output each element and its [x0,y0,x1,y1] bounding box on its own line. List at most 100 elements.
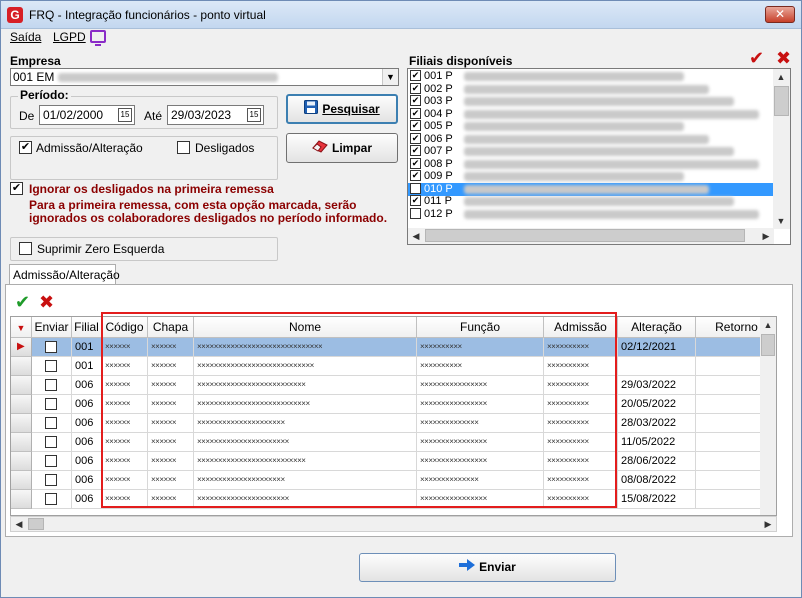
filial-checkbox[interactable]: ✔ [410,132,421,144]
grid-vscroll[interactable]: ▲ [760,317,776,515]
menu-saida[interactable]: Saída [10,30,41,44]
filial-checkbox[interactable]: ✔ [410,70,421,81]
table-row[interactable]: ▶ 001 ×××××× ×××××× ××××××××××××××××××××××××… [11,338,776,357]
enviar-checkbox[interactable] [45,341,57,353]
filial-item[interactable]: ✔ 006 P [408,132,774,146]
row-indicator[interactable]: ▶ [11,338,32,357]
scroll-thumb[interactable] [761,334,775,356]
table-row[interactable]: 006×××××××××××××××××××××××××××××××××××××… [11,471,776,490]
tab-admissao-alteracao[interactable]: Admissão/Alteração [9,264,120,284]
row-indicator[interactable] [11,395,32,414]
chevron-up-icon[interactable]: ▲ [773,69,789,85]
monitor-icon[interactable] [90,30,106,46]
ignorar-desligados-checkbox[interactable]: ✔ [10,182,23,195]
filiais-hscroll[interactable]: ◀ ▶ [408,228,774,244]
enviar-checkbox[interactable] [45,379,57,391]
filial-checkbox[interactable]: ✔ [410,145,421,156]
filial-item[interactable]: ✔ 007 P [408,145,774,158]
enviar-checkbox[interactable] [45,493,57,505]
scroll-thumb[interactable] [425,229,745,242]
chevron-right-icon[interactable]: ▶ [758,228,774,244]
filiais-list[interactable]: ✔ 001 P ✔ 002 P ✔ 003 P ✔ 004 P ✔ 005 P ✔ 006 P ✔ 007… [407,68,791,245]
chevron-down-icon[interactable]: ▼ [773,213,789,229]
table-row[interactable]: 006×××××××××××××××××××××××××××××××××××××… [11,376,776,395]
row-indicator[interactable] [11,376,32,395]
col-funcao[interactable]: Função [417,317,544,338]
row-indicator[interactable] [11,490,32,509]
table-row[interactable]: 006×××××××××××××××××××××××××××××××××××××… [11,452,776,471]
filial-item[interactable]: ✔ 008 P [408,157,774,171]
table-row[interactable]: 006×××××××××××××××××××××××××××××××××××××… [11,433,776,452]
enviar-checkbox[interactable] [45,360,57,372]
filial-item[interactable]: ✔ 002 P [408,82,774,96]
x-icon[interactable]: ✖ [39,293,54,311]
desligados-checkbox[interactable] [177,141,190,154]
grid-hscroll[interactable]: ◀ ▶ [10,516,777,532]
chevron-up-icon[interactable]: ▲ [760,317,776,333]
employees-grid[interactable]: ▼ Enviar Filial Código Chapa Nome Função… [10,316,777,516]
col-chapa[interactable]: Chapa [148,317,194,338]
enviar-checkbox[interactable] [45,436,57,448]
filial-checkbox[interactable]: ✔ [410,120,421,131]
col-codigo[interactable]: Código [102,317,148,338]
enviar-checkbox[interactable] [45,474,57,486]
scroll-thumb[interactable] [28,518,44,530]
filial-item[interactable]: ✔ 001 P [408,70,774,83]
table-row[interactable]: 001 ×××××× ×××××× ×××××××××××××××××××××××××… [11,357,776,376]
check-icon[interactable]: ✔ [15,293,30,311]
table-row[interactable]: 006×××××××××××××××××××××××××××××××××××××… [11,490,776,509]
chevron-right-icon[interactable]: ▶ [760,517,776,531]
close-window-button[interactable]: ✕ [765,6,795,23]
row-indicator[interactable] [11,471,32,490]
filial-item[interactable]: ✔ 010 P [408,182,774,196]
limpar-button[interactable]: Limpar [286,133,398,163]
title-bar[interactable]: G FRQ - Integração funcionários - ponto … [1,1,801,29]
row-indicator[interactable] [11,357,32,376]
filial-checkbox[interactable]: ✔ [410,170,421,181]
table-row[interactable]: 006×××××××××××××××××××××××××××××××××××××… [11,395,776,414]
filial-checkbox[interactable]: ✔ [410,107,421,119]
filiais-vscroll[interactable]: ▲ ▼ [773,69,790,229]
col-admissao[interactable]: Admissão [544,317,618,338]
chevron-down-icon[interactable]: ▼ [382,69,398,85]
chevron-left-icon[interactable]: ◀ [408,228,424,244]
row-indicator[interactable] [11,452,32,471]
pesquisar-button[interactable]: Pesquisar [286,94,398,124]
col-filial[interactable]: Filial [72,317,102,338]
filial-checkbox[interactable]: ✔ [410,95,421,106]
filial-checkbox[interactable]: ✔ [410,157,421,169]
col-nome[interactable]: Nome [194,317,417,338]
filial-checkbox[interactable]: ✔ [410,182,421,194]
table-row[interactable]: 006×××××××××××××××××××××××××××××××××××××… [11,414,776,433]
empresa-select[interactable]: 001 EM ▼ [10,68,399,86]
calendar-icon[interactable]: 15 [118,108,132,122]
menu-lgpd[interactable]: LGPD [53,30,86,44]
filial-item[interactable]: ✔ 005 P [408,120,774,133]
date-to-input[interactable]: 29/03/2023 15 [167,105,264,125]
filial-item[interactable]: ✔ 003 P [408,95,774,108]
row-indicator[interactable] [11,433,32,452]
grid-header-indicator[interactable]: ▼ [11,317,32,338]
filial-item[interactable]: 012 P [408,207,774,221]
col-enviar[interactable]: Enviar [32,317,72,338]
filial-item[interactable]: ✔ 004 P [408,107,774,121]
x-icon[interactable]: ✖ [776,49,791,67]
suprimir-zero-checkbox[interactable] [19,242,32,255]
filial-checkbox[interactable]: ✔ [410,195,421,206]
check-icon[interactable]: ✔ [749,49,764,67]
date-from-input[interactable]: 01/02/2000 15 [39,105,135,125]
row-indicator[interactable] [11,414,32,433]
scroll-thumb[interactable] [774,86,789,116]
enviar-checkbox[interactable] [45,417,57,429]
col-alteracao[interactable]: Alteração [618,317,696,338]
filial-checkbox[interactable]: ✔ [410,82,421,94]
admissao-checkbox[interactable]: ✔ [19,141,32,154]
filial-checkbox[interactable] [410,207,421,219]
enviar-checkbox[interactable] [45,398,57,410]
filial-item[interactable]: ✔ 009 P [408,170,774,183]
enviar-checkbox[interactable] [45,455,57,467]
filial-item[interactable]: ✔ 011 P [408,195,774,208]
chevron-left-icon[interactable]: ◀ [11,517,27,531]
enviar-button[interactable]: Enviar [359,553,616,582]
calendar-icon[interactable]: 15 [247,108,261,122]
